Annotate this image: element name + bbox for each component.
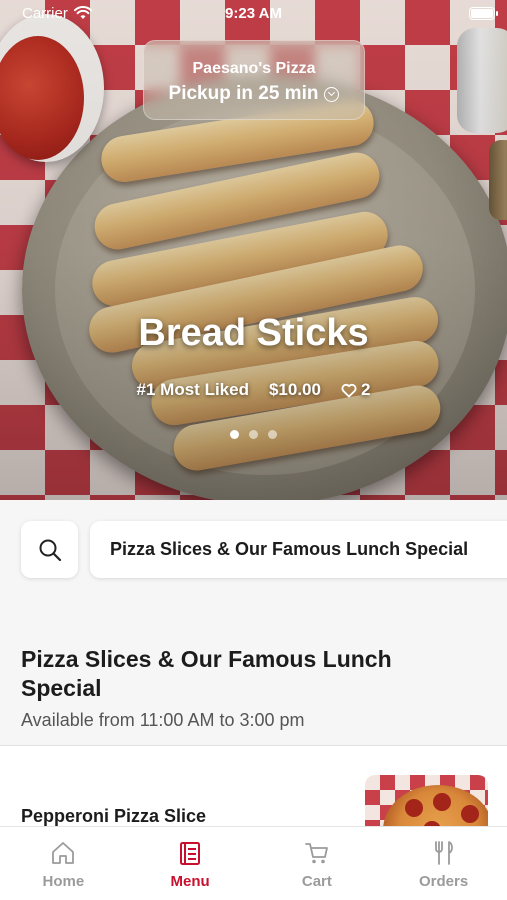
- category-tab[interactable]: Pizza Slices & Our Famous Lunch Special: [90, 521, 507, 578]
- orders-icon: [434, 841, 453, 865]
- tab-orders[interactable]: Orders: [380, 827, 507, 900]
- tab-home[interactable]: Home: [0, 827, 127, 900]
- category-label: Pizza Slices & Our Famous Lunch Special: [110, 539, 469, 559]
- tab-bar: Home Menu Cart Orders: [0, 826, 507, 900]
- tab-home-label: Home: [42, 873, 85, 890]
- hero-meta: #1 Most Liked $10.00 2: [0, 380, 507, 400]
- tab-cart-label: Cart: [301, 873, 332, 890]
- menu-item-name: Pepperoni Pizza Slice: [21, 806, 207, 826]
- section-availability: Available from 11:00 AM to 3:00 pm: [21, 710, 305, 730]
- chevron-down-circle-icon: [324, 86, 340, 102]
- carousel-dot[interactable]: [230, 430, 239, 439]
- store-name: Paesano's Pizza: [192, 60, 316, 77]
- hero-title: Bread Sticks: [138, 312, 369, 354]
- heart-icon: [341, 383, 357, 397]
- tab-cart[interactable]: Cart: [254, 827, 381, 900]
- section-title: Pizza Slices & Our Famous Lunch Special: [21, 646, 392, 701]
- home-icon: [52, 842, 75, 864]
- status-time: 9:23 AM: [225, 5, 282, 22]
- carousel-dot[interactable]: [249, 430, 258, 439]
- tab-orders-label: Orders: [419, 873, 469, 890]
- hero-rank: #1 Most Liked: [136, 380, 249, 399]
- search-icon: [39, 539, 61, 561]
- menu-icon: [180, 842, 201, 865]
- pickup-selector[interactable]: Paesano's Pizza Pickup in 25 min: [143, 40, 365, 120]
- likes-count: 2: [360, 380, 371, 399]
- carousel-dot[interactable]: [268, 430, 277, 439]
- status-bar: Carrier 9:23 AM: [0, 0, 507, 28]
- hero-likes[interactable]: 2: [341, 380, 370, 400]
- search-button[interactable]: [21, 521, 78, 578]
- hero-price: $10.00: [268, 380, 321, 399]
- battery-icon: [469, 7, 498, 20]
- cart-icon: [304, 843, 328, 864]
- tab-menu[interactable]: Menu: [127, 827, 254, 900]
- tab-menu-label: Menu: [170, 873, 210, 890]
- carousel-dots: [0, 430, 507, 439]
- pickup-eta: Pickup in 25 min: [168, 83, 319, 104]
